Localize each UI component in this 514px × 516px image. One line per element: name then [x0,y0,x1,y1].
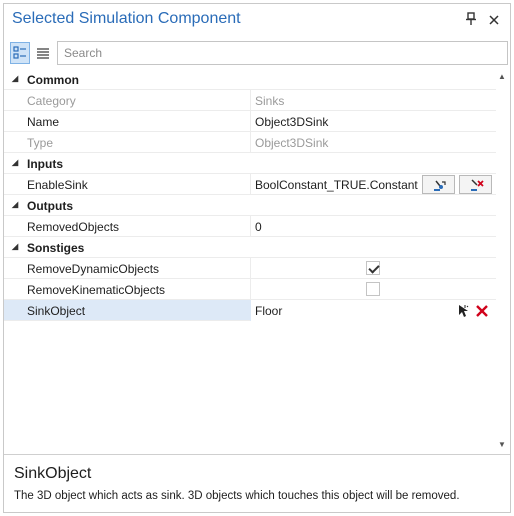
remove-dynamic-checkbox[interactable] [366,261,380,275]
column-divider [250,132,251,153]
property-panel: Selected Simulation Component ◢ Common C… [3,3,511,513]
pick-object-icon[interactable] [455,303,471,319]
title-bar: Selected Simulation Component [4,4,510,36]
property-value: Object3DSink [255,136,329,150]
property-row-type[interactable]: Type Object3DSink [4,132,496,153]
column-divider [250,279,251,300]
scroll-down-icon[interactable]: ▼ [498,440,506,449]
column-divider [250,90,251,111]
column-divider [250,300,251,321]
description-pane: SinkObject The 3D object which acts as s… [4,454,510,512]
property-value: Sinks [255,94,285,108]
property-row-remove-kinematic-objects[interactable]: RemoveKinematicObjects [4,279,496,300]
column-divider [250,216,251,237]
property-row-sink-object[interactable]: SinkObject Floor [4,300,496,321]
delete-icon[interactable] [474,303,490,319]
property-name: Name [27,115,60,129]
property-value[interactable]: Floor [255,304,282,318]
description-text: The 3D object which acts as sink. 3D obj… [14,490,460,502]
property-name: SinkObject [27,304,86,318]
collapse-arrow-icon[interactable]: ◢ [12,158,18,167]
category-inputs[interactable]: ◢ Inputs [4,153,496,174]
property-value[interactable]: BoolConstant_TRUE.Constant [255,178,418,192]
connect-icon [433,180,446,191]
property-name: Category [27,94,76,108]
alphabetical-view-button[interactable] [33,42,53,64]
description-title: SinkObject [14,465,92,482]
collapse-arrow-icon[interactable]: ◢ [12,200,18,209]
property-name: RemovedObjects [27,220,120,234]
disconnect-icon [470,178,484,191]
property-value[interactable]: Object3DSink [255,115,328,129]
category-label: Inputs [27,157,63,171]
category-sonstiges[interactable]: ◢ Sonstiges [4,237,496,258]
pin-icon[interactable] [464,12,478,28]
toolbar [4,40,510,66]
remove-kinematic-checkbox[interactable] [366,282,380,296]
column-divider [250,111,251,132]
search-box [57,41,508,65]
list-icon [37,48,49,59]
property-row-remove-dynamic-objects[interactable]: RemoveDynamicObjects [4,258,496,279]
property-grid: ◢ Common Category Sinks Name Object3DSin… [4,69,496,454]
category-label: Common [27,73,79,87]
disconnect-signal-button[interactable] [459,175,492,194]
categorized-icon [13,46,26,59]
property-name: EnableSink [27,178,88,192]
connect-signal-button[interactable] [422,175,455,194]
category-label: Outputs [27,199,73,213]
category-outputs[interactable]: ◢ Outputs [4,195,496,216]
close-icon[interactable] [486,11,502,29]
property-row-name[interactable]: Name Object3DSink [4,111,496,132]
vertical-scrollbar[interactable]: ▲ ▼ [496,69,510,454]
category-label: Sonstiges [27,241,85,255]
scroll-up-icon[interactable]: ▲ [498,72,506,81]
categorized-view-button[interactable] [10,42,30,64]
property-value: 0 [255,220,262,234]
property-row-removed-objects[interactable]: RemovedObjects 0 [4,216,496,237]
column-divider [250,258,251,279]
panel-title: Selected Simulation Component [12,10,241,27]
collapse-arrow-icon[interactable]: ◢ [12,74,18,83]
property-row-enable-sink[interactable]: EnableSink BoolConstant_TRUE.Constant [4,174,496,195]
property-name: RemoveDynamicObjects [27,262,160,276]
property-name: RemoveKinematicObjects [27,283,166,297]
category-common[interactable]: ◢ Common [4,69,496,90]
column-divider [250,174,251,195]
collapse-arrow-icon[interactable]: ◢ [12,242,18,251]
search-input[interactable] [58,42,507,64]
property-name: Type [27,136,54,150]
property-row-category[interactable]: Category Sinks [4,90,496,111]
